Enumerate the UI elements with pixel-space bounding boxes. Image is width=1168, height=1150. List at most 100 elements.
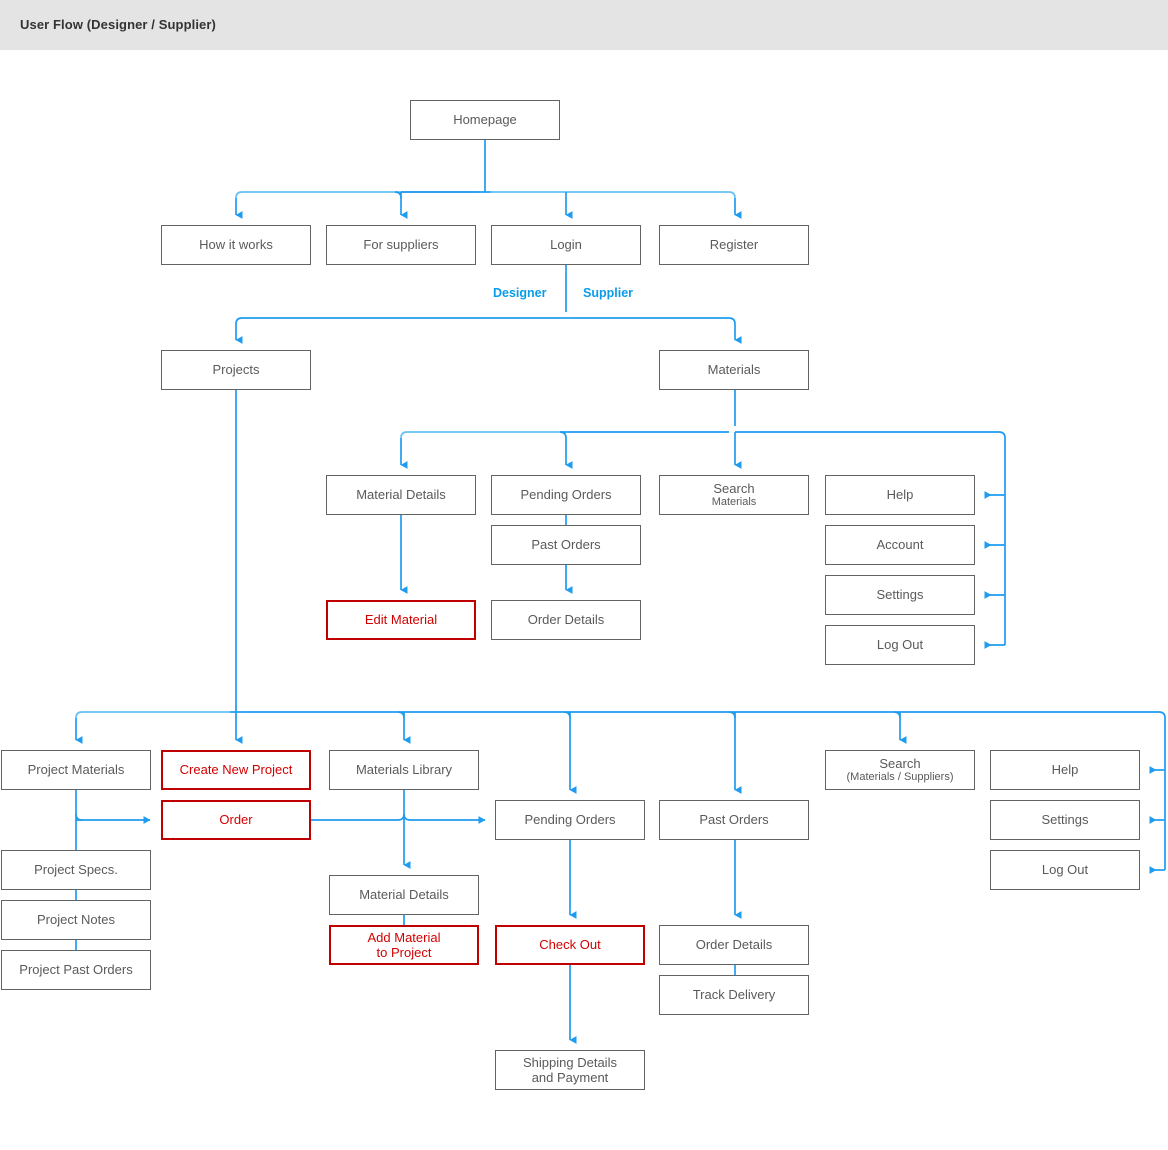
flow-node-add-material[interactable]: Add Material to Project: [329, 925, 479, 965]
flow-node-project-specs[interactable]: Project Specs.: [1, 850, 151, 890]
flow-node-label: Order Details: [528, 612, 605, 627]
flow-node-projects[interactable]: Projects: [161, 350, 311, 390]
flow-node-label-secondary: and Payment: [531, 1070, 609, 1085]
flow-node-label-primary: Settings: [1041, 812, 1089, 828]
flow-node-label: Materials: [708, 362, 761, 377]
flow-node-label-primary: Create New Project: [179, 762, 293, 778]
branch-label-designer: Designer: [493, 286, 547, 300]
flow-node-label: Project Past Orders: [19, 962, 132, 977]
flow-node-label-primary: Search: [879, 755, 921, 771]
flow-node-order-details-s[interactable]: Order Details: [491, 600, 641, 640]
flow-node-materials-library[interactable]: Materials Library: [329, 750, 479, 790]
flow-node-label-primary: Past Orders: [531, 537, 601, 553]
flow-node-label: Past Orders: [699, 812, 768, 827]
flow-node-search-mat-sup[interactable]: Search (Materials / Suppliers): [825, 750, 975, 790]
flow-node-label-primary: Projects: [212, 362, 260, 378]
flow-node-log-out-s[interactable]: Log Out: [825, 625, 975, 665]
flow-node-materials[interactable]: Materials: [659, 350, 809, 390]
flow-node-label: Project Specs.: [34, 862, 118, 877]
flow-node-shipping-details[interactable]: Shipping Details and Payment: [495, 1050, 645, 1090]
flow-node-edit-material[interactable]: Edit Material: [326, 600, 476, 640]
flow-node-label: Project Materials: [28, 762, 125, 777]
flow-node-help-d[interactable]: Help: [990, 750, 1140, 790]
flow-node-check-out[interactable]: Check Out: [495, 925, 645, 965]
flow-node-how-it-works[interactable]: How it works: [161, 225, 311, 265]
flow-node-settings-s[interactable]: Settings: [825, 575, 975, 615]
flow-node-pending-orders-d[interactable]: Pending Orders: [495, 800, 645, 840]
flow-node-order-details-d[interactable]: Order Details: [659, 925, 809, 965]
flow-node-label-primary: Project Materials: [27, 762, 125, 778]
flow-node-account-s[interactable]: Account: [825, 525, 975, 565]
flow-node-label-secondary: to Project: [376, 945, 432, 960]
flow-node-label: Check Out: [539, 937, 600, 952]
flow-node-label: Settings: [877, 587, 924, 602]
flow-node-label: Track Delivery: [693, 987, 776, 1002]
flow-node-register[interactable]: Register: [659, 225, 809, 265]
flow-node-label-primary: Shipping Details: [523, 1054, 617, 1070]
flow-node-label-primary: Homepage: [453, 112, 517, 128]
flow-node-label-primary: Log Out: [876, 637, 924, 653]
flow-node-order[interactable]: Order: [161, 800, 311, 840]
flow-node-project-materials[interactable]: Project Materials: [1, 750, 151, 790]
flow-node-label: Pending Orders: [520, 487, 611, 502]
flow-node-material-details-s[interactable]: Material Details: [326, 475, 476, 515]
flow-node-subtitle: (Materials / Suppliers): [846, 771, 954, 784]
flow-node-past-orders-s[interactable]: Past Orders: [491, 525, 641, 565]
user-flow-diagram-page: User Flow (Designer / Supplier) Designer…: [0, 0, 1168, 1150]
flow-node-track-delivery[interactable]: Track Delivery: [659, 975, 809, 1015]
flow-node-label-primary: Order: [219, 812, 253, 828]
flow-node-subtitle: Materials: [711, 496, 757, 509]
flow-node-login[interactable]: Login: [491, 225, 641, 265]
flow-node-label: Login: [550, 237, 582, 252]
flow-node-label: Shipping Details and Payment: [523, 1055, 617, 1086]
flow-node-label: Log Out: [877, 637, 923, 652]
flow-node-pending-orders-s[interactable]: Pending Orders: [491, 475, 641, 515]
flow-node-label-primary: Pending Orders: [520, 487, 612, 503]
flow-node-label: Homepage: [453, 112, 517, 127]
flow-node-label-primary: Check Out: [539, 937, 601, 953]
flow-node-material-details-d[interactable]: Material Details: [329, 875, 479, 915]
flow-node-label: Pending Orders: [524, 812, 615, 827]
flow-node-help-s[interactable]: Help: [825, 475, 975, 515]
flow-node-label-primary: Project Specs.: [34, 862, 118, 878]
flow-node-label-primary: Edit Material: [364, 612, 438, 628]
diagram-canvas: Designer Supplier Homepage How it works Fo…: [0, 50, 1168, 1150]
flow-node-label: Help: [1052, 762, 1079, 777]
flow-node-label-primary: Project Past Orders: [19, 962, 133, 978]
flow-node-label-primary: Help: [886, 487, 914, 503]
flow-node-label-primary: Past Orders: [699, 812, 769, 828]
flow-node-label-primary: Track Delivery: [692, 987, 776, 1003]
flow-node-label: Search (Materials / Suppliers): [847, 756, 954, 784]
flow-node-label: Past Orders: [531, 537, 600, 552]
flow-node-log-out-d[interactable]: Log Out: [990, 850, 1140, 890]
flow-node-project-past-orders[interactable]: Project Past Orders: [1, 950, 151, 990]
flow-node-settings-d[interactable]: Settings: [990, 800, 1140, 840]
flow-node-project-notes[interactable]: Project Notes: [1, 900, 151, 940]
flow-node-label: Material Details: [356, 487, 446, 502]
flow-node-label-primary: Pending Orders: [524, 812, 616, 828]
flow-node-label: Projects: [213, 362, 260, 377]
flow-node-label: Order Details: [696, 937, 773, 952]
branch-label-supplier: Supplier: [583, 286, 634, 300]
flow-node-label: Register: [710, 237, 758, 252]
flow-node-label: Log Out: [1042, 862, 1088, 877]
flow-node-label-primary: Materials Library: [355, 762, 453, 778]
flow-node-label: Create New Project: [180, 762, 293, 777]
flow-node-label-primary: Project Notes: [36, 912, 116, 928]
flow-node-label: Edit Material: [365, 612, 437, 627]
flow-node-label-primary: Material Details: [356, 487, 446, 503]
flow-node-create-new-project[interactable]: Create New Project: [161, 750, 311, 790]
flow-node-past-orders-d[interactable]: Past Orders: [659, 800, 809, 840]
flow-node-label: Help: [887, 487, 914, 502]
flow-node-label: Order: [219, 812, 252, 827]
flow-node-label-primary: Material Details: [359, 887, 449, 903]
flow-node-label: Account: [877, 537, 924, 552]
flow-node-label: Material Details: [359, 887, 449, 902]
flow-node-label-primary: Order Details: [695, 937, 773, 953]
flow-node-for-suppliers[interactable]: For suppliers: [326, 225, 476, 265]
flow-node-homepage[interactable]: Homepage: [410, 100, 560, 140]
flow-node-label-primary: Order Details: [527, 612, 605, 628]
flow-node-label-primary: Account: [876, 537, 924, 553]
flow-node-label-primary: Add Material: [367, 929, 441, 945]
flow-node-search-materials[interactable]: Search Materials: [659, 475, 809, 515]
